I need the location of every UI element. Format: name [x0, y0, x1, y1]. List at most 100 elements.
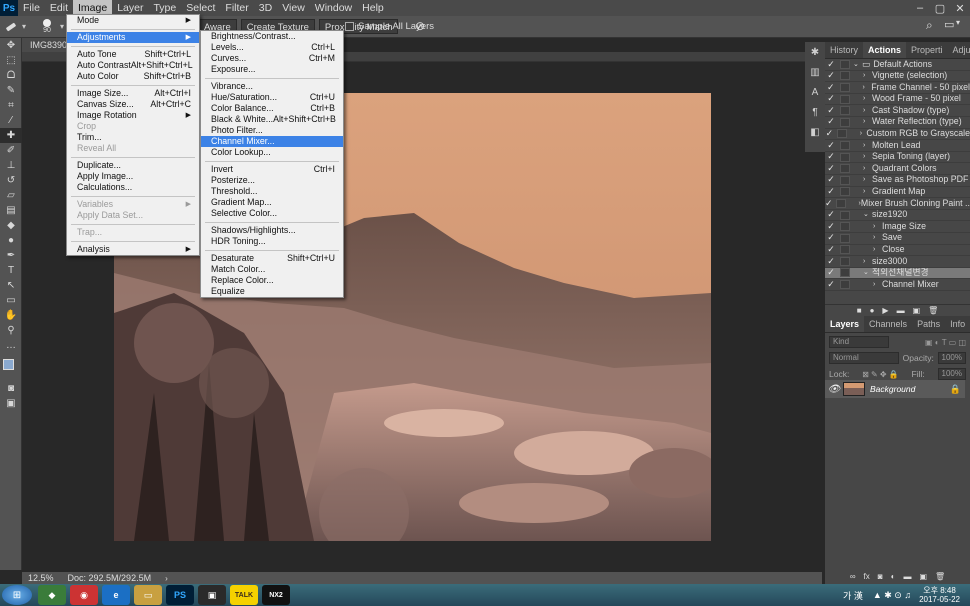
expand-chevron-right-icon[interactable]: › [863, 71, 872, 82]
menu-file[interactable]: File [18, 0, 45, 16]
search-icon[interactable]: ⌕ [926, 18, 933, 33]
action-row[interactable]: ✓ › Close [825, 245, 970, 257]
minimize-icon[interactable]: – [910, 0, 930, 16]
explorer-icon[interactable]: ▭ [134, 585, 162, 605]
action-toggle-check-icon[interactable]: ✓ [825, 256, 837, 267]
image-menu-duplicate[interactable]: Duplicate... [67, 160, 199, 171]
adjustments-brightness-contrast[interactable]: Brightness/Contrast... [201, 31, 343, 42]
zoom-level[interactable]: 12.5% [28, 573, 54, 583]
expand-chevron-right-icon[interactable]: › [863, 117, 872, 128]
type-tool-icon[interactable]: T [0, 263, 22, 278]
action-toggle-check-icon[interactable]: ✓ [825, 105, 837, 116]
ie-icon[interactable]: e [102, 585, 130, 605]
adjustments-photo-filter[interactable]: Photo Filter... [201, 125, 343, 136]
clone-stamp-tool-icon[interactable]: ⊥ [0, 158, 22, 173]
image-menu-trim[interactable]: Trim... [67, 132, 199, 143]
image-menu-auto-tone[interactable]: Auto Tone Shift+Ctrl+L [67, 49, 199, 60]
preset-dropdown-icon[interactable]: ▾ [22, 22, 34, 31]
adjustments-replace-color[interactable]: Replace Color... [201, 275, 343, 286]
menu-window[interactable]: Window [310, 0, 357, 16]
color-swatches[interactable] [0, 357, 21, 381]
spot-healing-brush-icon[interactable] [0, 17, 22, 37]
layer-row-background[interactable]: 👁 Background 🔒 [825, 380, 965, 398]
action-toggle-check-icon[interactable]: ✓ [825, 59, 837, 70]
action-row[interactable]: ✓ › Cast Shadow (type) [825, 105, 970, 117]
dialog-toggle-box[interactable] [840, 175, 850, 185]
action-toggle-check-icon[interactable]: ✓ [825, 82, 837, 93]
lasso-tool-icon[interactable]: ᗝ [0, 68, 22, 83]
dialog-toggle-box[interactable] [840, 140, 850, 150]
action-row[interactable]: ✓ ⌄ size1920 [825, 210, 970, 222]
action-toggle-check-icon[interactable]: ✓ [825, 233, 837, 244]
dialog-toggle-box[interactable] [840, 117, 850, 127]
adjustments-posterize[interactable]: Posterize... [201, 175, 343, 186]
adjustments-vibrance[interactable]: Vibrance... [201, 81, 343, 92]
pressure-icon[interactable]: ⊘ [415, 19, 425, 33]
action-row[interactable]: ✓ › Wood Frame - 50 pixel [825, 94, 970, 106]
expand-chevron-down-icon[interactable]: ⌄ [863, 210, 872, 221]
eyedropper-tool-icon[interactable]: ⁄ [0, 113, 22, 128]
action-row[interactable]: ✓ ⌄ ▭ Default Actions [825, 59, 970, 71]
expand-chevron-right-icon[interactable]: › [873, 279, 882, 290]
delete-action-icon[interactable]: 🗑 [928, 306, 938, 315]
lock-icons[interactable]: ⊠ ✎ ✥ 🔒 [862, 370, 899, 379]
pen-tool-icon[interactable]: ✒ [0, 248, 22, 263]
tray-icons[interactable]: ▲ ✱ ⊙ ♫ [873, 590, 911, 601]
dialog-toggle-box[interactable] [840, 210, 850, 220]
adjustments-levels[interactable]: Levels... Ctrl+L [201, 42, 343, 53]
layer-name[interactable]: Background [870, 384, 915, 394]
character-icon[interactable]: A [805, 82, 825, 102]
adjustments-hue-saturation[interactable]: Hue/Saturation... Ctrl+U [201, 92, 343, 103]
action-row[interactable]: ✓ › Quadrant Colors [825, 163, 970, 175]
expand-chevron-down-icon[interactable]: ⌄ [863, 268, 872, 279]
dialog-toggle-box[interactable] [840, 256, 850, 266]
action-row[interactable]: ✓ › Channel Mixer [825, 279, 970, 291]
action-toggle-check-icon[interactable]: ✓ [825, 245, 837, 256]
action-toggle-check-icon[interactable]: ✓ [825, 187, 837, 198]
marquee-tool-icon[interactable]: ⬚ [0, 53, 22, 68]
image-menu-canvas-size[interactable]: Canvas Size... Alt+Ctrl+C [67, 99, 199, 110]
adjustments-selective-color[interactable]: Selective Color... [201, 208, 343, 219]
image-menu-auto-contrast[interactable]: Auto Contrast Alt+Shift+Ctrl+L [67, 60, 199, 71]
action-row[interactable]: ✓ › Custom RGB to Grayscale [825, 129, 970, 141]
dialog-toggle-box[interactable] [840, 268, 850, 278]
new-action-icon[interactable]: ▣ [913, 306, 921, 315]
action-toggle-check-icon[interactable]: ✓ [825, 117, 837, 128]
blur-tool-icon[interactable]: ◆ [0, 218, 22, 233]
workspace-icon[interactable]: ▭ [944, 18, 954, 31]
color-icon[interactable]: ◧ [805, 122, 825, 142]
brush-tool-icon[interactable]: ✐ [0, 143, 22, 158]
doc-info-arrow-icon[interactable]: › [165, 574, 168, 583]
opacity-input[interactable]: 100% [937, 352, 966, 364]
zoom-tool-icon[interactable]: ⚲ [0, 323, 22, 338]
taskbar-window-icon[interactable]: ▣ [198, 585, 226, 605]
add-mask-icon[interactable]: ◙ [878, 572, 883, 584]
image-menu-auto-color[interactable]: Auto Color Shift+Ctrl+B [67, 71, 199, 82]
adjustments-shadows-highlights[interactable]: Shadows/Highlights... [201, 225, 343, 236]
adjustments-exposure[interactable]: Exposure... [201, 64, 343, 75]
expand-chevron-right-icon[interactable]: › [863, 82, 872, 93]
record-icon[interactable]: ● [870, 306, 875, 315]
link-layers-icon[interactable]: ∞ [850, 572, 856, 584]
new-group-icon[interactable]: ▬ [903, 572, 911, 584]
image-menu-image-size[interactable]: Image Size... Alt+Ctrl+I [67, 88, 199, 99]
expand-chevron-right-icon[interactable]: › [863, 256, 872, 267]
crop-tool-icon[interactable]: ⌗ [0, 98, 22, 113]
dialog-toggle-box[interactable] [836, 129, 847, 139]
dialog-toggle-box[interactable] [840, 245, 850, 255]
action-row[interactable]: ✓ › Image Size [825, 221, 970, 233]
expand-chevron-right-icon[interactable]: › [873, 221, 882, 232]
dialog-toggle-box[interactable] [840, 222, 850, 232]
tab-history[interactable]: History [825, 42, 863, 58]
layer-kind-filter[interactable]: Kind [829, 336, 889, 348]
paragraph-icon[interactable]: ¶ [805, 102, 825, 122]
action-row[interactable]: ✓ › Water Reflection (type) [825, 117, 970, 129]
tab-info[interactable]: Info [945, 316, 970, 332]
action-row[interactable]: ✓ ⌄ 적외선채널변경 [825, 267, 970, 280]
action-toggle-check-icon[interactable]: ✓ [825, 71, 837, 82]
expand-chevron-down-icon[interactable]: ⌄ [853, 59, 862, 70]
sample-all-layers-checkbox[interactable] [345, 22, 354, 31]
action-toggle-check-icon[interactable]: ✓ [825, 140, 837, 151]
clock[interactable]: 오후 8:48 2017-05-22 [919, 586, 960, 604]
clone-source-icon[interactable]: ▥ [805, 62, 825, 82]
